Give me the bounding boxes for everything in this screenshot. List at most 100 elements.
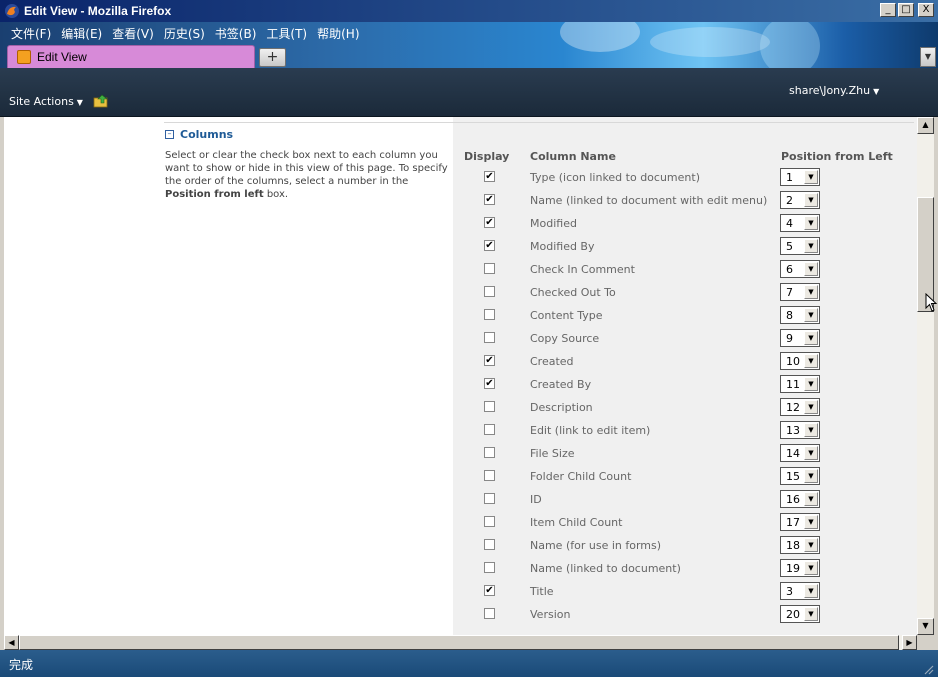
- menu-view[interactable]: 查看(V): [107, 25, 159, 42]
- menu-bookmarks[interactable]: 书签(B): [210, 25, 262, 42]
- scroll-left-arrow[interactable]: ◀: [4, 635, 19, 650]
- chevron-down-icon[interactable]: ▼: [804, 515, 818, 529]
- table-row: Name (for use in forms) 18 ▼: [4, 536, 917, 556]
- scroll-up-arrow[interactable]: ▲: [917, 117, 934, 134]
- position-value: 5: [786, 240, 793, 253]
- position-column-header: Position from Left: [781, 150, 893, 163]
- position-select[interactable]: 13 ▼: [780, 421, 820, 439]
- display-checkbox[interactable]: [484, 332, 495, 343]
- table-row: ✔ Type (icon linked to document) 1 ▼: [4, 168, 917, 188]
- chevron-down-icon[interactable]: ▼: [804, 423, 818, 437]
- position-select[interactable]: 8 ▼: [780, 306, 820, 324]
- display-checkbox[interactable]: [484, 401, 495, 412]
- chevron-down-icon[interactable]: ▼: [804, 446, 818, 460]
- display-checkbox[interactable]: [484, 493, 495, 504]
- display-checkbox[interactable]: [484, 539, 495, 550]
- table-row: Folder Child Count 15 ▼: [4, 467, 917, 487]
- display-checkbox[interactable]: [484, 516, 495, 527]
- resize-grip-icon[interactable]: [922, 663, 934, 675]
- chevron-down-icon[interactable]: ▼: [804, 354, 818, 368]
- position-select[interactable]: 19 ▼: [780, 559, 820, 577]
- position-select[interactable]: 4 ▼: [780, 214, 820, 232]
- folder-up-icon[interactable]: [93, 94, 109, 108]
- position-select[interactable]: 14 ▼: [780, 444, 820, 462]
- table-row: Edit (link to edit item) 13 ▼: [4, 421, 917, 441]
- new-tab-button[interactable]: +: [259, 48, 286, 67]
- divider: [164, 122, 914, 123]
- position-select[interactable]: 15 ▼: [780, 467, 820, 485]
- tab-edit-view[interactable]: Edit View: [7, 45, 255, 68]
- display-checkbox[interactable]: ✔: [484, 217, 495, 228]
- chevron-down-icon: ▼: [873, 87, 880, 96]
- display-checkbox[interactable]: [484, 309, 495, 320]
- position-select[interactable]: 2 ▼: [780, 191, 820, 209]
- position-value: 2: [786, 194, 793, 207]
- display-checkbox[interactable]: [484, 424, 495, 435]
- display-checkbox[interactable]: ✔: [484, 194, 495, 205]
- position-select[interactable]: 10 ▼: [780, 352, 820, 370]
- menu-edit[interactable]: 编辑(E): [56, 25, 107, 42]
- position-value: 9: [786, 332, 793, 345]
- menu-history[interactable]: 历史(S): [159, 25, 210, 42]
- chevron-down-icon[interactable]: ▼: [804, 400, 818, 414]
- chevron-down-icon[interactable]: ▼: [804, 331, 818, 345]
- site-actions-menu[interactable]: Site Actions ▼: [9, 95, 83, 108]
- position-select[interactable]: 17 ▼: [780, 513, 820, 531]
- display-checkbox[interactable]: [484, 562, 495, 573]
- collapse-minus-icon[interactable]: –: [165, 130, 174, 139]
- chevron-down-icon[interactable]: ▼: [804, 239, 818, 253]
- position-select[interactable]: 12 ▼: [780, 398, 820, 416]
- position-select[interactable]: 7 ▼: [780, 283, 820, 301]
- chevron-down-icon[interactable]: ▼: [804, 285, 818, 299]
- table-row: File Size 14 ▼: [4, 444, 917, 464]
- menu-file[interactable]: 文件(F): [6, 25, 56, 42]
- chevron-down-icon[interactable]: ▼: [804, 262, 818, 276]
- menu-help[interactable]: 帮助(H): [312, 25, 364, 42]
- position-select[interactable]: 3 ▼: [780, 582, 820, 600]
- chevron-down-icon[interactable]: ▼: [804, 308, 818, 322]
- display-checkbox[interactable]: [484, 286, 495, 297]
- display-checkbox[interactable]: ✔: [484, 355, 495, 366]
- position-select[interactable]: 18 ▼: [780, 536, 820, 554]
- chevron-down-icon[interactable]: ▼: [804, 584, 818, 598]
- column-name: Name (for use in forms): [530, 539, 662, 552]
- position-select[interactable]: 20 ▼: [780, 605, 820, 623]
- position-value: 6: [786, 263, 793, 276]
- chevron-down-icon[interactable]: ▼: [804, 216, 818, 230]
- minimize-button[interactable]: _: [880, 3, 896, 17]
- menu-tools[interactable]: 工具(T): [261, 25, 312, 42]
- scroll-right-arrow[interactable]: ▶: [902, 635, 917, 650]
- chevron-down-icon[interactable]: ▼: [804, 377, 818, 391]
- horizontal-scroll-thumb[interactable]: [19, 635, 899, 650]
- display-checkbox[interactable]: [484, 608, 495, 619]
- position-select[interactable]: 9 ▼: [780, 329, 820, 347]
- display-checkbox[interactable]: ✔: [484, 171, 495, 182]
- position-select[interactable]: 1 ▼: [780, 168, 820, 186]
- menu-bar: 文件(F) 编辑(E) 查看(V) 历史(S) 书签(B) 工具(T) 帮助(H…: [6, 25, 365, 42]
- close-button[interactable]: X: [918, 3, 934, 17]
- chevron-down-icon[interactable]: ▼: [804, 561, 818, 575]
- display-checkbox[interactable]: ✔: [484, 240, 495, 251]
- position-select[interactable]: 11 ▼: [780, 375, 820, 393]
- display-checkbox[interactable]: [484, 447, 495, 458]
- tab-list-button[interactable]: ▼: [920, 47, 936, 67]
- chevron-down-icon[interactable]: ▼: [804, 193, 818, 207]
- vertical-scrollbar[interactable]: ▲ ▼: [917, 117, 934, 635]
- position-select[interactable]: 6 ▼: [780, 260, 820, 278]
- user-menu[interactable]: share\Jony.Zhu ▼: [789, 84, 879, 97]
- display-checkbox[interactable]: ✔: [484, 585, 495, 596]
- chevron-down-icon[interactable]: ▼: [804, 607, 818, 621]
- scroll-down-arrow[interactable]: ▼: [917, 618, 934, 635]
- position-select[interactable]: 16 ▼: [780, 490, 820, 508]
- horizontal-scrollbar[interactable]: ◀ ▶: [4, 635, 917, 650]
- display-checkbox[interactable]: [484, 470, 495, 481]
- chevron-down-icon[interactable]: ▼: [804, 170, 818, 184]
- chevron-down-icon[interactable]: ▼: [804, 538, 818, 552]
- maximize-button[interactable]: □: [898, 3, 914, 17]
- display-checkbox[interactable]: [484, 263, 495, 274]
- display-checkbox[interactable]: ✔: [484, 378, 495, 389]
- table-row: Content Type 8 ▼: [4, 306, 917, 326]
- chevron-down-icon[interactable]: ▼: [804, 492, 818, 506]
- chevron-down-icon[interactable]: ▼: [804, 469, 818, 483]
- position-select[interactable]: 5 ▼: [780, 237, 820, 255]
